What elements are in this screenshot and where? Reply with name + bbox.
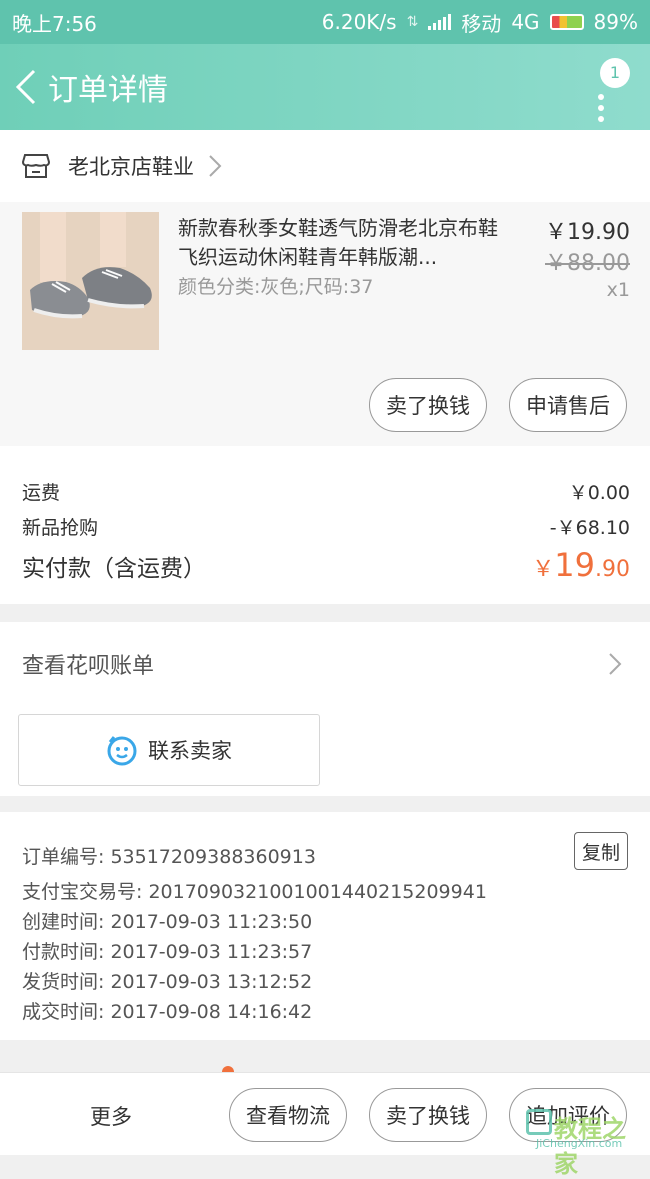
bottom-action-bar: 更多 查看物流 卖了换钱 追加评价 教程之家 JiChengXin.com — [0, 1072, 650, 1178]
chevron-right-icon — [209, 155, 222, 177]
order-number: 订单编号: 53517209388360913 — [22, 846, 316, 868]
shipping-label: 运费 — [22, 482, 61, 504]
data-transfer-icon: ⇅ — [406, 14, 419, 30]
huabei-bill-link[interactable]: 查看花呗账单 — [22, 648, 154, 680]
sell-for-money-button[interactable]: 卖了换钱 — [369, 378, 487, 432]
product-original-price: ￥88.00 — [545, 251, 630, 276]
order-item[interactable]: 新款春秋季女鞋透气防滑老北京布鞋飞织运动休闲鞋青年韩版潮... 颜色分类:灰色;… — [0, 202, 650, 446]
nav-bar: 订单详情 1 — [0, 44, 650, 130]
watermark: 教程之家 JiChengXin.com — [526, 1105, 644, 1178]
chat-face-icon — [107, 736, 137, 766]
alipay-trade-number: 支付宝交易号: 2017090321001001440215209941 — [22, 881, 487, 903]
total-row: 实付款（含运费） ￥19.90 — [22, 546, 630, 584]
more-button[interactable]: 更多 — [90, 1101, 132, 1131]
product-price: ￥19.90 — [545, 220, 630, 245]
signal-icon — [428, 14, 452, 30]
status-time: 晚上7:56 — [12, 11, 97, 36]
status-bar: 晚上7:56 6.20K/s ⇅ 移动 4G 89% — [0, 0, 650, 44]
product-spec: 颜色分类:灰色;尺码:37 — [178, 276, 374, 298]
contact-seller-label: 联系卖家 — [148, 739, 232, 763]
apply-after-sale-button[interactable]: 申请售后 — [509, 378, 627, 432]
shipping-row: 运费 ￥0.00 — [22, 478, 630, 505]
discount-value: -￥68.10 — [549, 517, 630, 539]
page-title: 订单详情 — [48, 73, 168, 108]
order-info: 订单编号: 53517209388360913 复制 支付宝交易号: 20170… — [0, 812, 650, 1040]
view-logistics-button[interactable]: 查看物流 — [229, 1088, 347, 1142]
shipping-value: ￥0.00 — [568, 482, 630, 504]
shoe-image-icon — [22, 212, 159, 350]
paid-time: 付款时间: 2017-09-03 11:23:57 — [22, 941, 313, 963]
more-dots-icon — [598, 94, 604, 127]
status-right: 6.20K/s ⇅ 移动 4G 89% — [322, 8, 638, 37]
fee-summary: 运费 ￥0.00 新品抢购 -￥68.10 实付款（含运费） ￥19.90 — [0, 446, 650, 604]
discount-row: 新品抢购 -￥68.10 — [22, 513, 630, 540]
watermark-logo-icon — [526, 1109, 552, 1135]
shipped-time: 发货时间: 2017-09-03 13:12:52 — [22, 971, 313, 993]
chevron-right-icon — [609, 653, 622, 675]
watermark-url: JiChengXin.com — [536, 1137, 623, 1150]
completed-time: 成交时间: 2017-09-08 14:16:42 — [22, 1001, 313, 1023]
created-time: 创建时间: 2017-09-03 11:23:50 — [22, 911, 313, 933]
total-label: 实付款（含运费） — [22, 556, 206, 582]
shop-row[interactable]: 老北京店鞋业 — [0, 130, 650, 202]
battery-percent: 89% — [593, 10, 638, 34]
contact-seller-button[interactable]: 联系卖家 — [18, 714, 320, 786]
notification-badge: 1 — [600, 58, 630, 88]
huabei-section: 查看花呗账单 联系卖家 — [0, 622, 650, 796]
back-button[interactable] — [6, 44, 46, 130]
total-value: ￥19.90 — [532, 546, 630, 584]
total-integer: 19 — [554, 546, 595, 584]
discount-label: 新品抢购 — [22, 517, 99, 539]
network-type: 4G — [511, 10, 540, 34]
copy-button[interactable]: 复制 — [574, 832, 628, 870]
carrier-name: 移动 — [461, 11, 502, 36]
more-menu-button[interactable]: 1 — [590, 58, 630, 122]
total-decimal: .90 — [595, 557, 630, 582]
product-image[interactable] — [22, 212, 159, 350]
product-title: 新款春秋季女鞋透气防滑老北京布鞋飞织运动休闲鞋青年韩版潮... — [178, 216, 498, 269]
shop-name: 老北京店鞋业 — [68, 155, 194, 179]
total-currency: ￥ — [532, 557, 555, 582]
sell-for-money-bottom-button[interactable]: 卖了换钱 — [369, 1088, 487, 1142]
product-quantity: x1 — [606, 279, 630, 301]
back-arrow-icon — [15, 69, 36, 105]
network-speed: 6.20K/s — [321, 10, 397, 34]
shop-icon — [22, 154, 50, 178]
battery-icon — [549, 14, 584, 30]
